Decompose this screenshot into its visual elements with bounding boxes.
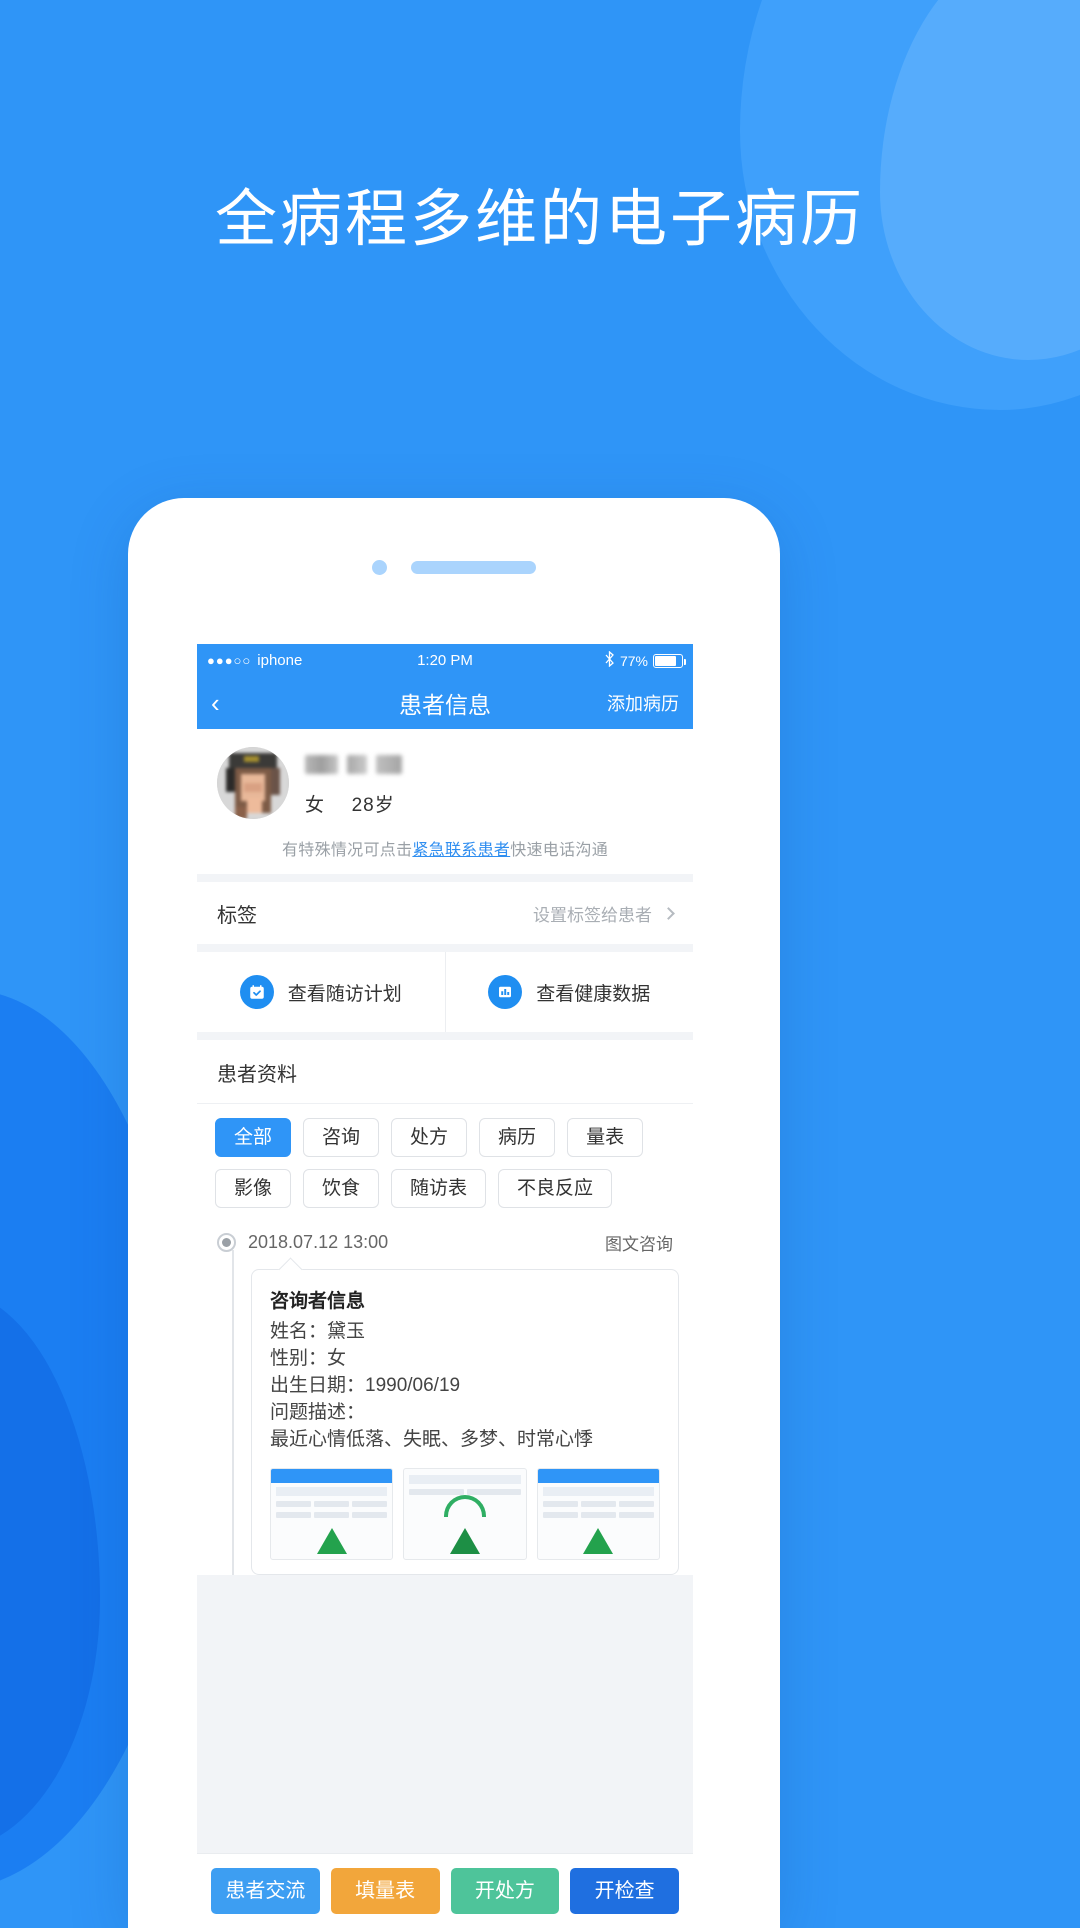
filter-chip-adverse-reaction[interactable]: 不良反应 bbox=[498, 1169, 613, 1208]
timeline-entry-card[interactable]: 咨询者信息 姓名：黛玉 性别：女 出生日期：1990/06/19 问题描述： 最… bbox=[251, 1269, 679, 1575]
view-health-data-button[interactable]: 查看健康数据 bbox=[444, 952, 694, 1032]
filter-chip-all[interactable]: 全部 bbox=[215, 1118, 292, 1157]
status-bar: ●●●○○ iphone 1:20 PM 77% bbox=[197, 644, 693, 677]
patient-timeline: 2018.07.12 13:00 图文咨询 咨询者信息 姓名：黛玉 性别：女 出… bbox=[197, 1214, 693, 1575]
view-followup-plan-button[interactable]: 查看随访计划 bbox=[197, 952, 445, 1032]
tag-right: 设置标签给患者 bbox=[533, 901, 675, 926]
filter-chip-followup-form[interactable]: 随访表 bbox=[391, 1169, 487, 1208]
emergency-prefix: 有特殊情况可点击 bbox=[281, 842, 413, 859]
write-prescription-button[interactable]: 开处方 bbox=[450, 1868, 560, 1914]
tag-label: 标签 bbox=[217, 904, 257, 927]
bar-chart-icon bbox=[488, 975, 523, 1009]
patient-gender: 女 bbox=[305, 795, 326, 816]
patient-chat-button[interactable]: 患者交流 bbox=[211, 1868, 320, 1914]
thumbnail-image[interactable] bbox=[270, 1467, 394, 1560]
battery-icon bbox=[653, 653, 686, 668]
filter-chip-prescription[interactable]: 处方 bbox=[391, 1118, 468, 1157]
consult-problem-label: 问题描述： bbox=[270, 1401, 366, 1423]
bluetooth-icon bbox=[605, 650, 615, 670]
patient-age: 28岁 bbox=[351, 795, 395, 816]
order-exam-button[interactable]: 开检查 bbox=[570, 1868, 679, 1914]
filter-chip-consult[interactable]: 咨询 bbox=[303, 1118, 380, 1157]
nav-bar: ‹ 患者信息 添加病历 bbox=[197, 677, 693, 729]
patient-data-section: 患者资料 全部 咨询 处方 病历 量表 影像 饮食 随访表 不良反应 2018.… bbox=[197, 1040, 693, 1575]
phone-hardware-row bbox=[128, 560, 780, 575]
filter-chip-group: 全部 咨询 处方 病历 量表 影像 饮食 随访表 不良反应 bbox=[197, 1104, 693, 1214]
filter-chip-diet[interactable]: 饮食 bbox=[303, 1169, 380, 1208]
emergency-contact-link[interactable]: 紧急联系患者 bbox=[412, 842, 510, 859]
patient-meta: 女 28岁 bbox=[305, 747, 402, 817]
chevron-right-icon bbox=[662, 906, 675, 920]
status-right: 77% bbox=[605, 650, 686, 670]
back-button[interactable]: ‹ bbox=[211, 690, 220, 716]
view-followup-plan-label: 查看随访计划 bbox=[287, 983, 402, 1005]
status-left: ●●●○○ iphone bbox=[207, 652, 302, 669]
filter-chip-scale[interactable]: 量表 bbox=[567, 1118, 644, 1157]
patient-name-masked bbox=[305, 755, 402, 774]
carrier-label: iphone bbox=[257, 652, 303, 669]
patient-top-row: 女 28岁 bbox=[217, 747, 673, 819]
signal-strength-icon: ●●●○○ bbox=[207, 653, 252, 668]
attachment-thumbnails bbox=[270, 1467, 660, 1560]
speaker-grill bbox=[411, 561, 536, 574]
tag-row[interactable]: 标签 设置标签给患者 bbox=[197, 882, 693, 944]
filter-chip-record[interactable]: 病历 bbox=[479, 1118, 556, 1157]
consult-problem-text: 最近心情低落、失眠、多梦、时常心悸 bbox=[270, 1428, 594, 1450]
fill-scale-button[interactable]: 填量表 bbox=[330, 1868, 440, 1914]
timeline-type: 图文咨询 bbox=[605, 1235, 673, 1254]
thumbnail-image[interactable] bbox=[403, 1467, 527, 1560]
timeline-date: 2018.07.12 13:00 bbox=[248, 1232, 389, 1252]
add-medical-record-button[interactable]: 添加病历 bbox=[607, 690, 679, 716]
consult-birthdate: 出生日期：1990/06/19 bbox=[270, 1374, 461, 1396]
patient-info-card: 女 28岁 有特殊情况可点击紧急联系患者快速电话沟通 bbox=[197, 729, 693, 874]
avatar[interactable] bbox=[217, 747, 289, 819]
phone-mockup: ●●●○○ iphone 1:20 PM 77% ‹ 患者信息 添加病历 女 2… bbox=[128, 498, 780, 1928]
consult-name: 姓名：黛玉 bbox=[270, 1321, 366, 1342]
quick-action-row: 查看随访计划 查看健康数据 bbox=[197, 952, 693, 1032]
thumbnail-image[interactable] bbox=[536, 1467, 660, 1560]
patient-data-title: 患者资料 bbox=[197, 1040, 693, 1104]
calendar-check-icon bbox=[239, 975, 274, 1009]
timeline-axis bbox=[232, 1250, 234, 1575]
consult-gender: 性别：女 bbox=[270, 1347, 347, 1369]
consult-info-title: 咨询者信息 bbox=[270, 1291, 366, 1312]
patient-gender-age: 女 28岁 bbox=[305, 790, 402, 817]
camera-icon bbox=[372, 560, 387, 575]
battery-percent-label: 77% bbox=[619, 652, 648, 669]
filter-chip-imaging[interactable]: 影像 bbox=[215, 1169, 292, 1208]
timeline-entry-header: 2018.07.12 13:00 图文咨询 bbox=[197, 1230, 693, 1255]
emergency-contact-line: 有特殊情况可点击紧急联系患者快速电话沟通 bbox=[217, 836, 673, 860]
view-health-data-label: 查看健康数据 bbox=[536, 983, 651, 1005]
timeline-dot-icon bbox=[217, 1233, 236, 1252]
emergency-suffix: 快速电话沟通 bbox=[510, 842, 609, 859]
bottom-action-bar: 患者交流 填量表 开处方 开检查 bbox=[197, 1853, 693, 1928]
page-headline: 全病程多维的电子病历 bbox=[214, 185, 865, 254]
tag-value: 设置标签给患者 bbox=[533, 905, 652, 925]
phone-screen: ●●●○○ iphone 1:20 PM 77% ‹ 患者信息 添加病历 女 2… bbox=[197, 644, 693, 1928]
